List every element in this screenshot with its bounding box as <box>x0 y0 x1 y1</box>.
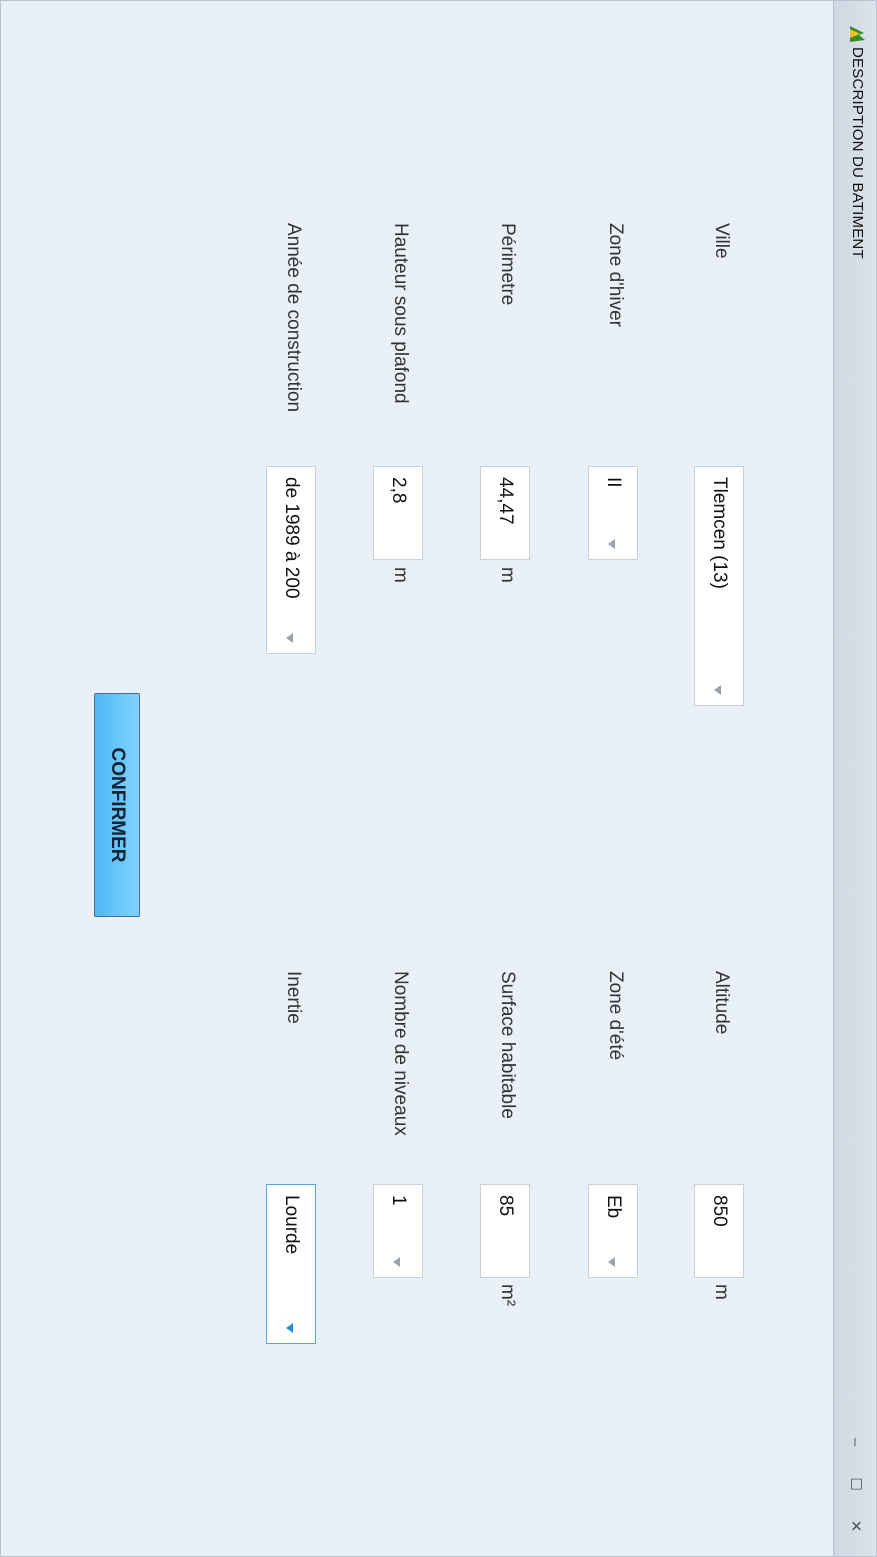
hauteur-input[interactable]: 2,8 <box>373 466 423 560</box>
chevron-down-icon <box>608 1257 615 1267</box>
hauteur-unit: m <box>390 567 411 583</box>
niveaux-value: 1 <box>388 1195 409 1206</box>
altitude-input[interactable]: 850 <box>694 1184 744 1278</box>
ville-label: Ville <box>711 223 732 259</box>
annee-value: de 1989 à 200 <box>281 477 302 599</box>
zone-ete-select[interactable]: Eb <box>588 1184 638 1278</box>
altitude-unit: m <box>711 1284 732 1300</box>
maximize-button[interactable]: ☐ <box>844 1471 866 1497</box>
inertie-label: Inertie <box>283 971 304 1024</box>
window-title: DESCRIPTION DU BATIMENT <box>849 47 866 259</box>
ville-value: Tlemcen (13) <box>709 477 730 589</box>
hauteur-value: 2,8 <box>388 477 409 504</box>
inertie-select[interactable]: Lourde <box>266 1184 316 1344</box>
chevron-down-icon <box>608 539 615 549</box>
title-bar: DESCRIPTION DU BATIMENT – ☐ ✕ <box>833 1 876 1556</box>
niveaux-select[interactable]: 1 <box>373 1184 423 1278</box>
perimetre-unit: m <box>497 567 518 583</box>
zone-hiver-value: II <box>603 477 624 488</box>
building-description-window: DESCRIPTION DU BATIMENT – ☐ ✕ Ville Tlem… <box>0 0 877 1557</box>
hauteur-label: Hauteur sous plafond <box>390 223 411 404</box>
annee-label: Année de construction <box>283 223 304 413</box>
surface-value: 85 <box>495 1195 516 1217</box>
zone-ete-label: Zone d'été <box>605 971 626 1061</box>
chevron-down-icon <box>393 1257 400 1267</box>
chevron-down-icon <box>286 1323 293 1333</box>
surface-label: Surface habitable <box>497 971 518 1119</box>
altitude-value: 850 <box>709 1195 730 1227</box>
surface-input[interactable]: 85 <box>480 1184 530 1278</box>
zone-hiver-label: Zone d'hiver <box>605 223 626 327</box>
altitude-label: Altitude <box>711 971 732 1035</box>
perimetre-value: 44,47 <box>495 477 516 525</box>
chevron-down-icon <box>286 633 293 643</box>
inertie-value: Lourde <box>281 1195 302 1255</box>
minimize-button[interactable]: – <box>844 1429 866 1455</box>
ville-select[interactable]: Tlemcen (13) <box>694 466 744 706</box>
confirm-button[interactable]: CONFIRMER <box>94 693 140 917</box>
annee-select[interactable]: de 1989 à 200 <box>266 466 316 654</box>
perimetre-label: Périmetre <box>497 223 518 306</box>
zone-hiver-select[interactable]: II <box>588 466 638 560</box>
app-logo-icon <box>850 26 865 42</box>
perimetre-input[interactable]: 44,47 <box>480 466 530 560</box>
chevron-down-icon <box>714 685 721 695</box>
surface-unit: m² <box>497 1284 518 1307</box>
niveaux-label: Nombre de niveaux <box>390 971 411 1136</box>
zone-ete-value: Eb <box>603 1195 624 1219</box>
close-button[interactable]: ✕ <box>844 1513 866 1539</box>
